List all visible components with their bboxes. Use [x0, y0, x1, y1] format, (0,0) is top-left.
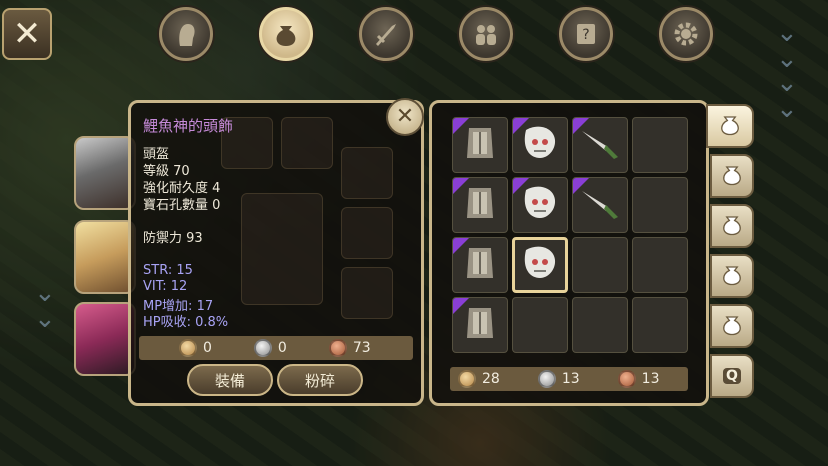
close-icon: ✕	[395, 104, 415, 129]
money-gold: 28	[482, 371, 500, 387]
inventory-slot[interactable]	[452, 117, 508, 173]
inventory-slot[interactable]	[632, 177, 688, 233]
profile-icon	[179, 24, 195, 46]
down-chevron-icon: ⌄ ⌄	[34, 278, 56, 334]
bag-tab-5[interactable]	[710, 304, 754, 348]
bag-tab-4[interactable]	[710, 254, 754, 298]
inventory-money-bar: 28 13 13	[450, 367, 688, 391]
item-gem-slots: 寶石孔數量 0	[143, 198, 221, 213]
equip-button[interactable]: 裝備	[187, 364, 273, 396]
inventory-slot[interactable]	[572, 297, 628, 353]
equipment-menu-button[interactable]	[359, 7, 413, 61]
sword-icon	[376, 24, 396, 46]
character-portrait-2[interactable]	[74, 220, 136, 294]
settings-menu-button[interactable]	[659, 7, 713, 61]
inventory-panel: 28 13 13	[429, 100, 709, 406]
item-price-bar: 0 0 73	[139, 336, 413, 360]
inventory-slot[interactable]	[452, 237, 508, 293]
price-copper: 73	[352, 340, 371, 356]
quest-scroll-icon: ?	[577, 24, 595, 44]
inventory-slot[interactable]	[572, 177, 628, 233]
item-info-panel: 鯉魚神的頭飾 頭盔 等級 70 強化耐久度 4 寶石孔數量 0 防禦力 93 S…	[128, 100, 424, 406]
settings-icon	[674, 22, 698, 46]
close-info-button[interactable]: ✕	[386, 98, 424, 136]
gold-coin-icon	[179, 339, 197, 357]
inventory-slot[interactable]	[572, 117, 628, 173]
rarity-marker	[453, 178, 469, 194]
money-copper: 13	[641, 371, 660, 387]
copper-coin-icon	[617, 370, 636, 388]
rarity-marker	[573, 118, 589, 134]
bag-icon	[276, 26, 296, 46]
inventory-slot[interactable]	[512, 117, 568, 173]
item-stat: STR: 15	[143, 263, 193, 278]
money-silver: 13	[561, 371, 580, 387]
party-menu-button[interactable]	[459, 7, 513, 61]
bag-icon	[718, 160, 746, 192]
quest-bag-tab[interactable]: Q	[710, 354, 754, 398]
bag-icon	[716, 110, 744, 142]
inventory-slot[interactable]	[572, 237, 628, 293]
rarity-marker	[453, 238, 469, 254]
bag-menu-button[interactable]	[259, 7, 313, 61]
price-silver: 0	[277, 340, 287, 356]
copper-coin-icon	[328, 339, 347, 357]
profile-menu-button[interactable]	[159, 7, 213, 61]
inventory-slot[interactable]	[452, 177, 508, 233]
bag-icon	[718, 260, 746, 292]
item-name: 鯉魚神的頭飾	[143, 117, 234, 135]
rarity-marker	[513, 178, 529, 194]
crush-button[interactable]: 粉碎	[277, 364, 363, 396]
bag-tab-1[interactable]	[706, 104, 754, 148]
party-icon	[476, 25, 496, 45]
inventory-slot[interactable]	[512, 237, 568, 293]
bag-icon	[718, 210, 746, 242]
rarity-marker	[573, 178, 589, 194]
item-stat: HP吸收: 0.8%	[143, 315, 229, 330]
inventory-slot[interactable]	[452, 297, 508, 353]
rarity-marker	[453, 118, 469, 134]
silver-coin-icon	[253, 339, 272, 357]
bag-tab-3[interactable]	[710, 204, 754, 248]
gold-coin-icon	[458, 370, 476, 388]
down-chevron-icon: ⌄ ⌄	[776, 18, 798, 74]
rarity-marker	[453, 298, 469, 314]
inventory-slot[interactable]	[512, 297, 568, 353]
silver-coin-icon	[537, 370, 556, 388]
rarity-marker	[513, 118, 529, 134]
inventory-slot[interactable]	[632, 237, 688, 293]
svg-text:?: ?	[582, 27, 589, 43]
inventory-slot[interactable]	[512, 177, 568, 233]
item-stat: VIT: 12	[143, 279, 188, 294]
down-chevron-icon: ⌄ ⌄	[776, 68, 798, 124]
inventory-slot[interactable]	[632, 117, 688, 173]
mask-icon	[520, 244, 560, 286]
price-gold: 0	[203, 340, 212, 356]
inventory-slot[interactable]	[632, 297, 688, 353]
item-defense: 防禦力 93	[143, 231, 203, 246]
quest-tab-label: Q	[723, 368, 741, 384]
character-portrait-1[interactable]	[74, 136, 136, 210]
close-menu-button[interactable]: ✕	[2, 8, 52, 60]
quest-menu-button[interactable]: ?	[559, 7, 613, 61]
bag-icon	[718, 310, 746, 342]
character-portrait-3[interactable]	[74, 302, 136, 376]
bag-tab-2[interactable]	[710, 154, 754, 198]
close-icon: ✕	[12, 14, 42, 54]
